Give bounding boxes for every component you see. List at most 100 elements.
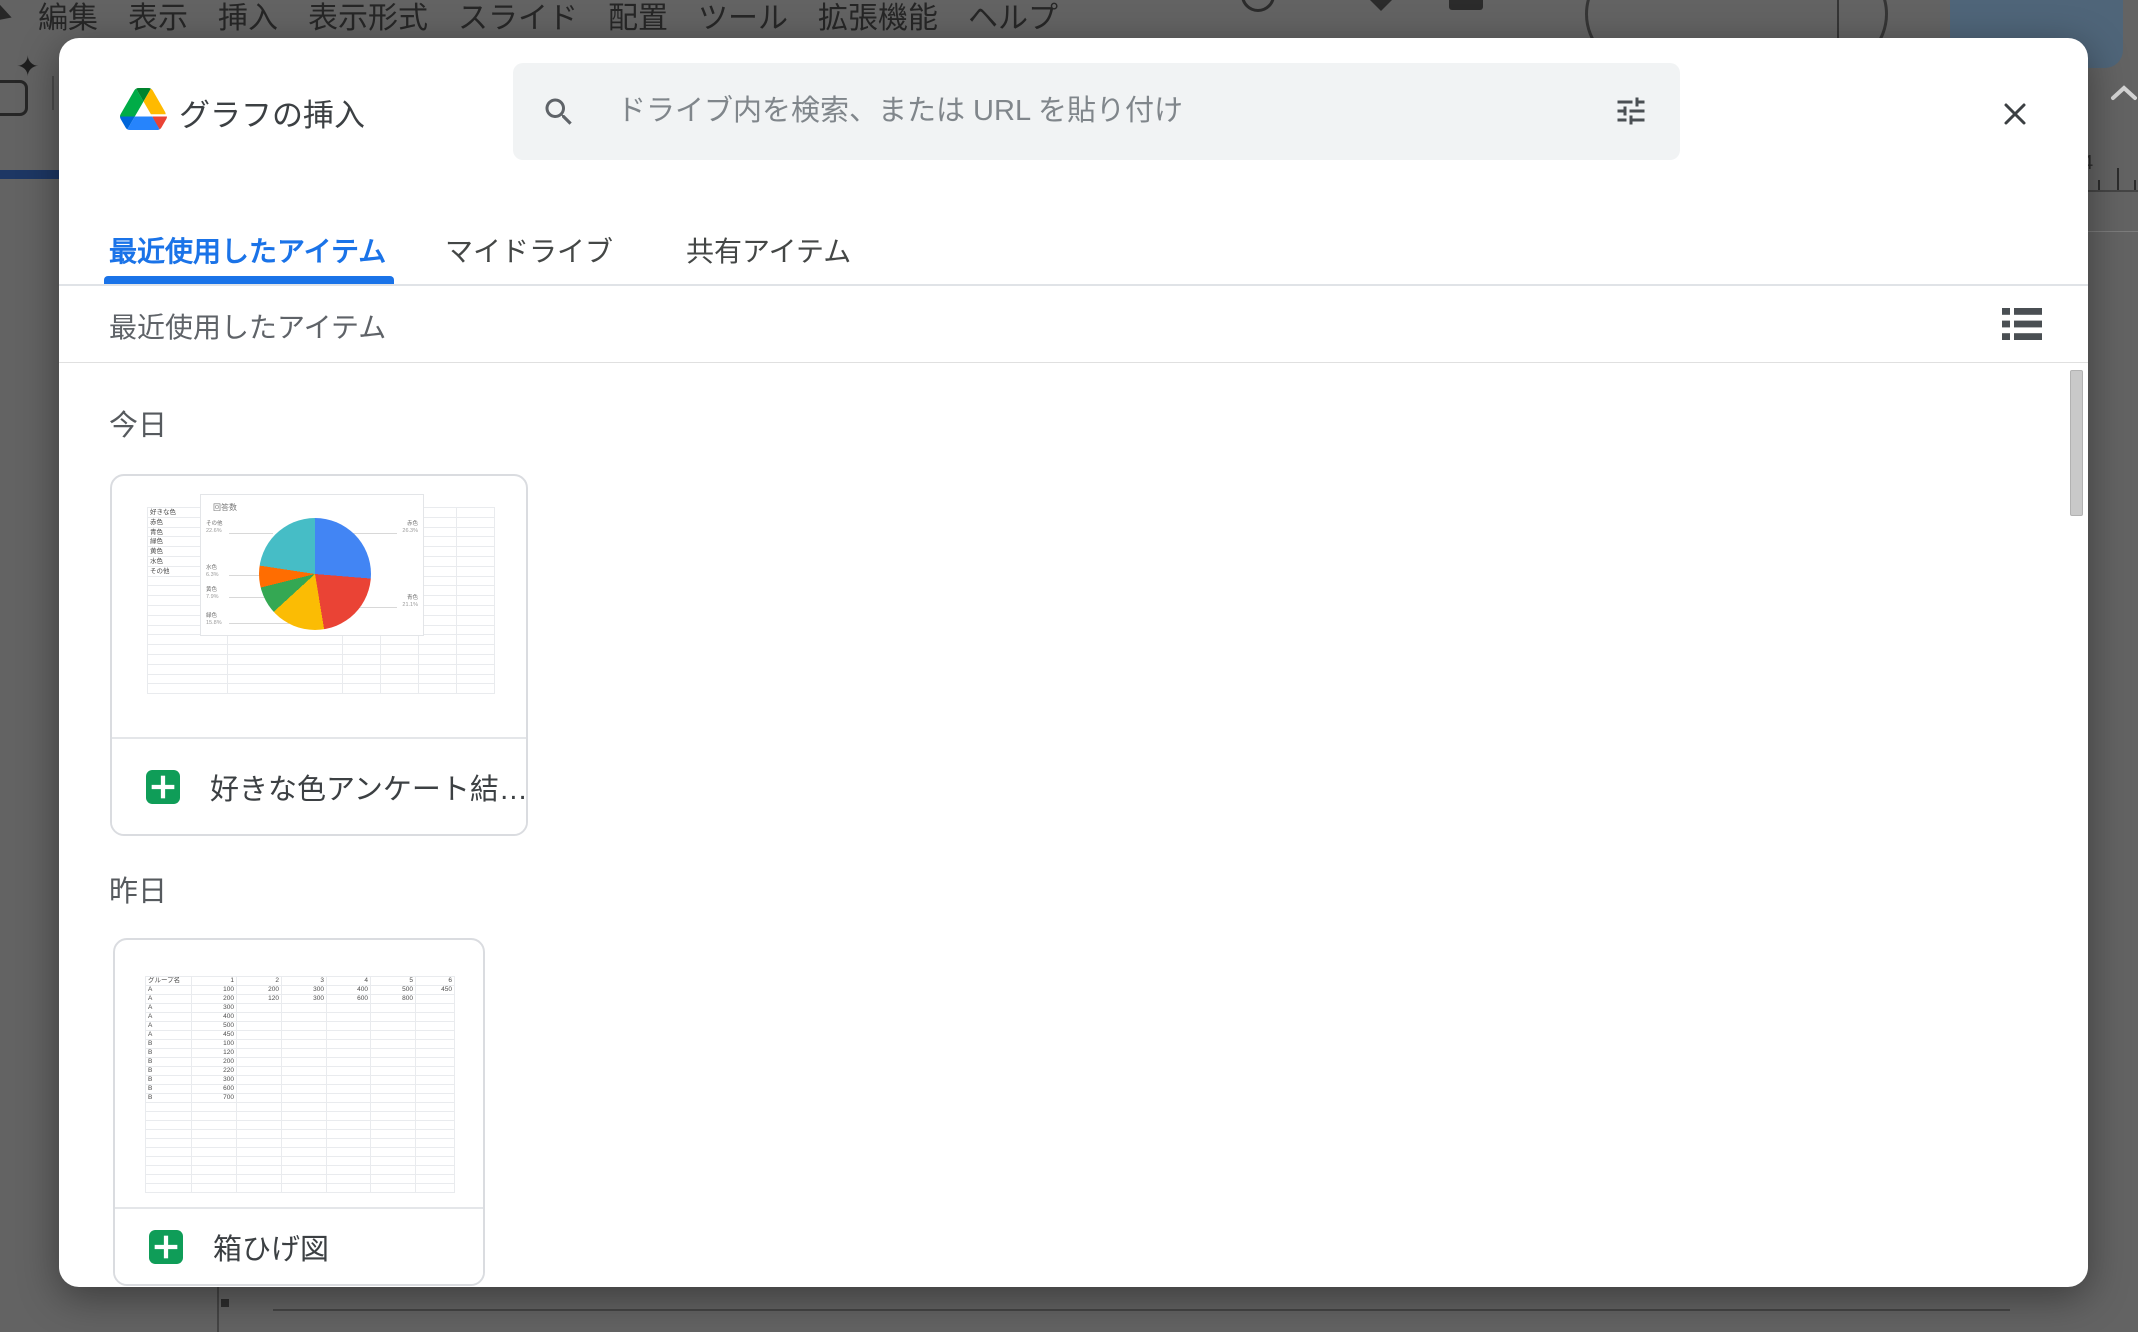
table-cell xyxy=(416,1130,455,1139)
table-row xyxy=(148,635,495,645)
table-cell xyxy=(282,1121,327,1130)
table-cell xyxy=(371,1058,416,1067)
table-cell xyxy=(237,1148,282,1157)
menu-extensions: 拡張機能 xyxy=(818,2,938,36)
table-cell: 2 xyxy=(237,977,282,986)
table-cell xyxy=(416,1094,455,1103)
table-row: A450 xyxy=(146,1031,455,1040)
dialog-title: グラフの挿入 xyxy=(179,96,365,136)
table-cell: B xyxy=(146,1067,192,1076)
table-cell: A xyxy=(146,1004,192,1013)
dialog-scrollbar[interactable] xyxy=(2070,370,2083,516)
table-cell xyxy=(381,635,419,645)
table-cell: A xyxy=(146,986,192,995)
search-input[interactable] xyxy=(617,63,1577,160)
table-cell xyxy=(343,635,381,645)
toolbar-divider xyxy=(52,76,54,110)
file-card-boxplot[interactable]: グループ名123456A100200300400500450A200120300… xyxy=(113,938,485,1286)
table-cell xyxy=(282,1049,327,1058)
table-cell xyxy=(237,1040,282,1049)
table-cell: 200 xyxy=(237,986,282,995)
tabs-divider xyxy=(59,284,2088,286)
table-cell xyxy=(371,1166,416,1175)
tab-recent-items[interactable]: 最近使用したアイテム xyxy=(109,234,386,270)
slide-thumbnail-edge xyxy=(0,170,59,179)
table-cell xyxy=(237,1085,282,1094)
table-cell xyxy=(416,1157,455,1166)
table-cell xyxy=(419,596,457,606)
section-divider xyxy=(59,362,2088,363)
table-cell xyxy=(192,1157,237,1166)
table-cell xyxy=(146,1112,192,1121)
ruler-tick xyxy=(2134,180,2136,190)
table-cell: 300 xyxy=(192,1004,237,1013)
table-cell xyxy=(237,1157,282,1166)
canvas-hline xyxy=(273,1309,2010,1311)
table-cell xyxy=(371,1148,416,1157)
table-cell xyxy=(419,586,457,596)
table-cell xyxy=(381,655,419,665)
table-cell xyxy=(282,1004,327,1013)
table-cell xyxy=(381,665,419,675)
file-title: 箱ひげ図 xyxy=(213,1226,329,1268)
table-cell xyxy=(327,1139,371,1148)
table-cell: 100 xyxy=(192,1040,237,1049)
table-cell xyxy=(237,1031,282,1040)
table-cell xyxy=(228,684,343,694)
table-cell xyxy=(228,675,343,685)
redo-icon xyxy=(0,4,14,26)
file-card-color-survey[interactable]: 好きな色回答数赤色50青色40緑色30黄色15水色12その他43 回答数 その他… xyxy=(110,474,528,836)
table-cell xyxy=(371,1094,416,1103)
table-cell xyxy=(416,1049,455,1058)
table-cell xyxy=(371,1103,416,1112)
table-cell xyxy=(457,635,495,645)
table-cell xyxy=(371,1130,416,1139)
table-row: B300 xyxy=(146,1076,455,1085)
table-cell xyxy=(237,1121,282,1130)
tab-my-drive[interactable]: マイドライブ xyxy=(445,234,613,270)
table-cell xyxy=(228,645,343,655)
table-cell xyxy=(228,665,343,675)
table-cell xyxy=(282,1103,327,1112)
table-cell xyxy=(419,528,457,538)
table-cell xyxy=(457,626,495,636)
ruler-mark xyxy=(221,1299,229,1307)
table-cell: 100 xyxy=(192,986,237,995)
google-sheets-icon xyxy=(149,1230,183,1264)
table-cell xyxy=(282,1022,327,1031)
table-cell xyxy=(146,1121,192,1130)
table-cell xyxy=(457,684,495,694)
table-row: グループ名123456 xyxy=(146,977,455,986)
table-cell xyxy=(457,528,495,538)
table-cell xyxy=(416,1148,455,1157)
table-row: B220 xyxy=(146,1067,455,1076)
table-cell xyxy=(282,1076,327,1085)
table-cell xyxy=(343,645,381,655)
table-cell xyxy=(416,1166,455,1175)
chart-title: 回答数 xyxy=(213,502,237,513)
table-cell xyxy=(237,1112,282,1121)
table-cell: 120 xyxy=(192,1049,237,1058)
table-cell: A xyxy=(146,1031,192,1040)
table-cell xyxy=(416,1004,455,1013)
table-cell xyxy=(371,1031,416,1040)
table-cell xyxy=(327,1166,371,1175)
table-row xyxy=(146,1121,455,1130)
table-cell xyxy=(381,675,419,685)
table-cell: グループ名 xyxy=(146,977,192,986)
close-button[interactable] xyxy=(1989,88,2041,140)
table-cell xyxy=(237,1013,282,1022)
table-cell: 120 xyxy=(237,995,282,1004)
menu-tools: ツール xyxy=(698,2,788,36)
table-cell xyxy=(327,1175,371,1184)
tune-filter-icon[interactable] xyxy=(1613,93,1649,129)
table-row xyxy=(146,1112,455,1121)
table-cell xyxy=(146,1130,192,1139)
pie-chart xyxy=(259,518,371,630)
table-cell xyxy=(457,567,495,577)
list-view-toggle[interactable] xyxy=(2000,304,2044,344)
tab-shared-items[interactable]: 共有アイテム xyxy=(686,234,851,270)
table-cell xyxy=(457,547,495,557)
table-cell xyxy=(371,1076,416,1085)
menu-edit: 編集 xyxy=(38,2,98,36)
